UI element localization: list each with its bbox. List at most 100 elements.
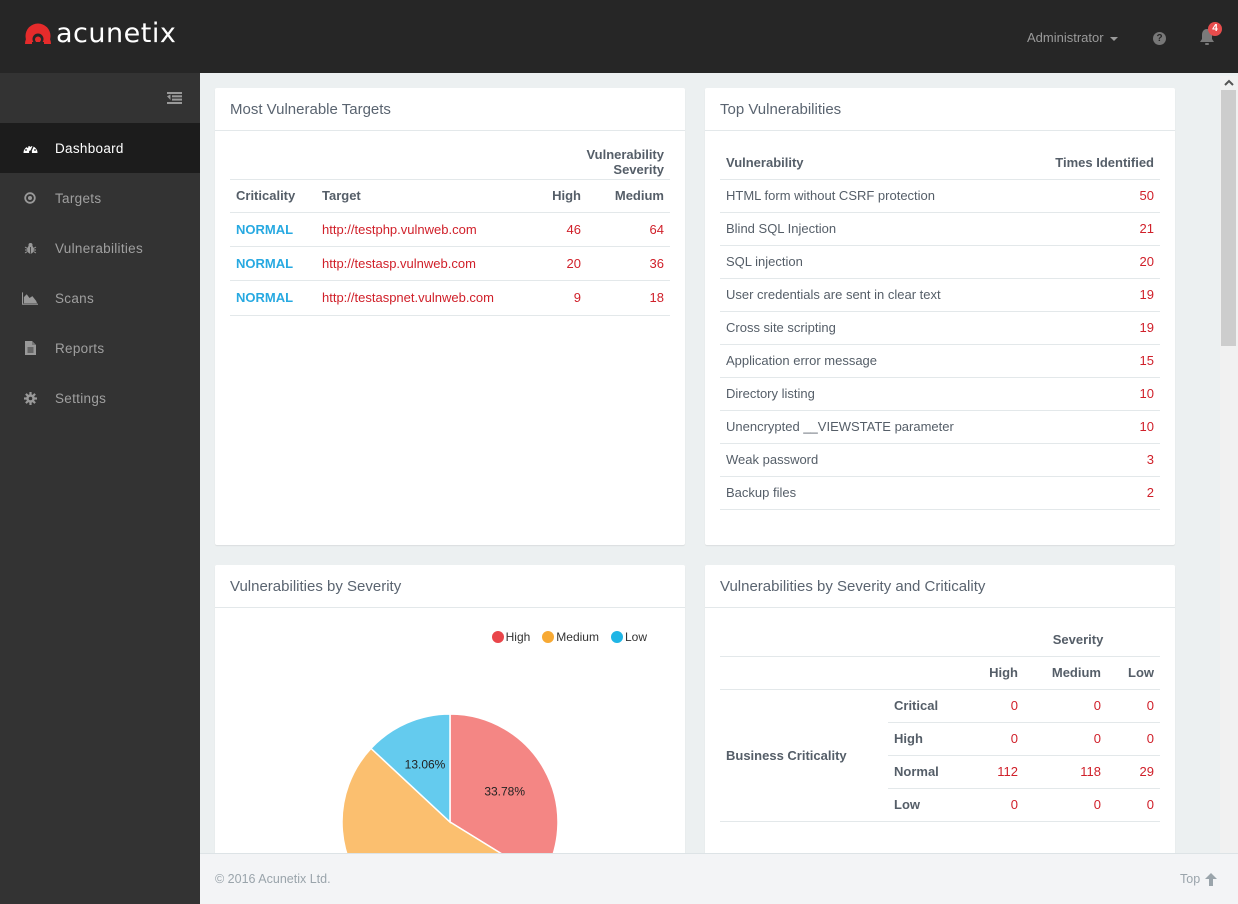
criticality-value: NORMAL xyxy=(230,279,316,315)
sidebar-item-dashboard[interactable]: Dashboard xyxy=(0,123,200,173)
vulnerability-name[interactable]: User credentials are sent in clear text xyxy=(720,277,1022,311)
vulnerability-name[interactable]: Backup files xyxy=(720,475,1022,509)
sidebar-item-scans[interactable]: Scans xyxy=(0,273,200,323)
table-row: Weak password 3 xyxy=(720,442,1160,476)
top-label: Top xyxy=(1180,872,1201,886)
row-label: High xyxy=(888,721,962,755)
table-row: Blind SQL Injection 21 xyxy=(720,211,1160,245)
panel-title: Vulnerabilities by Severity and Critical… xyxy=(705,565,1175,608)
high-count: 0 xyxy=(962,721,1024,755)
low-count: 0 xyxy=(1107,721,1160,755)
times-identified-count: 10 xyxy=(1021,376,1160,410)
business-criticality-label: Business Criticality xyxy=(720,688,888,822)
severity-criticality-table: Severity High Medium Low Business Critic… xyxy=(720,623,1160,822)
criticality-value: NORMAL xyxy=(230,211,316,246)
table-row: NORMAL http://testaspnet.vulnweb.com 9 1… xyxy=(230,279,670,315)
vulnerability-name[interactable]: Unencrypted __VIEWSTATE parameter xyxy=(720,409,1022,443)
sidebar-nav: Dashboard Targets Vulnerabilities Scans … xyxy=(0,123,200,423)
row-label: Critical xyxy=(888,688,962,722)
sidebar-toggle-icon[interactable] xyxy=(167,92,182,104)
sidebar-item-label: Vulnerabilities xyxy=(55,240,144,256)
medium-count: 0 xyxy=(1024,688,1107,722)
times-identified-count: 15 xyxy=(1021,343,1160,377)
times-identified-count: 21 xyxy=(1021,211,1160,245)
sidebar-item-label: Settings xyxy=(55,390,107,406)
table-row: NORMAL http://testasp.vulnweb.com 20 36 xyxy=(230,245,670,280)
table-row: User credentials are sent in clear text 1… xyxy=(720,277,1160,311)
target-icon xyxy=(22,190,38,206)
help-icon[interactable]: ? xyxy=(1153,32,1166,45)
area-chart-icon xyxy=(22,290,38,306)
column-header-high: High xyxy=(527,178,587,212)
page-scrollbar[interactable] xyxy=(1220,76,1238,853)
vulnerability-severity-header: Vulnerability Severity xyxy=(586,147,664,178)
back-to-top-link[interactable]: Top xyxy=(1180,872,1218,886)
vulnerability-name[interactable]: Cross site scripting xyxy=(720,310,1022,344)
severity-group-header: Severity xyxy=(1052,631,1104,647)
column-header-high: High xyxy=(962,655,1024,689)
acunetix-logo[interactable]: acunetix xyxy=(24,20,176,48)
panel-title: Most Vulnerable Targets xyxy=(215,88,685,131)
user-menu-label: Administrator xyxy=(1027,30,1104,45)
vulnerability-name[interactable]: SQL injection xyxy=(720,244,1022,278)
sidebar-item-label: Scans xyxy=(55,290,95,306)
medium-count: 0 xyxy=(1024,721,1107,755)
scroll-up-arrow-icon[interactable] xyxy=(1220,76,1238,90)
times-identified-count: 2 xyxy=(1021,475,1160,509)
target-link[interactable]: http://testaspnet.vulnweb.com xyxy=(316,279,527,315)
vulnerability-name[interactable]: Weak password xyxy=(720,442,1022,476)
table-row: Cross site scripting 19 xyxy=(720,310,1160,344)
column-header-criticality: Criticality xyxy=(230,178,316,212)
table-row: HTML form without CSRF protection 50 xyxy=(720,178,1160,212)
logo-mark-icon xyxy=(24,23,52,46)
caret-down-icon xyxy=(1109,36,1118,41)
sidebar-item-vulnerabilities[interactable]: Vulnerabilities xyxy=(0,223,200,273)
row-label: Low xyxy=(888,787,962,821)
low-count: 0 xyxy=(1107,688,1160,722)
table-row: Directory listing 10 xyxy=(720,376,1160,410)
panel-title: Top Vulnerabilities xyxy=(705,88,1175,131)
scrollbar-thumb[interactable] xyxy=(1221,90,1236,346)
panel-title: Vulnerabilities by Severity xyxy=(215,565,685,608)
sidebar-item-settings[interactable]: Settings xyxy=(0,373,200,423)
high-count: 20 xyxy=(527,245,587,280)
criticality-value: NORMAL xyxy=(230,245,316,280)
table-spacer xyxy=(720,623,962,656)
times-identified-count: 19 xyxy=(1021,310,1160,344)
high-count: 0 xyxy=(962,688,1024,722)
vulnerability-name[interactable]: Directory listing xyxy=(720,376,1022,410)
severity-pie-chart: 33.78%53.15%13.06% xyxy=(341,713,559,865)
times-identified-count: 19 xyxy=(1021,277,1160,311)
notification-badge: 4 xyxy=(1208,22,1222,36)
user-menu[interactable]: Administrator xyxy=(1027,30,1118,45)
sidebar-item-reports[interactable]: Reports xyxy=(0,323,200,373)
pie-slice-label: 33.78% xyxy=(484,784,525,798)
footer: © 2016 Acunetix Ltd. Top xyxy=(200,853,1238,904)
medium-count: 0 xyxy=(1024,787,1107,821)
high-count: 46 xyxy=(527,211,587,246)
sidebar-item-targets[interactable]: Targets xyxy=(0,173,200,223)
top-vulnerabilities-panel: Top Vulnerabilities Vulnerability Times … xyxy=(705,88,1175,545)
gear-icon xyxy=(22,390,38,406)
times-identified-count: 20 xyxy=(1021,244,1160,278)
target-link[interactable]: http://testasp.vulnweb.com xyxy=(316,245,527,280)
table-row: Unencrypted __VIEWSTATE parameter 10 xyxy=(720,409,1160,443)
row-label: Normal xyxy=(888,754,962,788)
column-header-times-identified: Times Identified xyxy=(1055,154,1154,170)
target-link[interactable]: http://testphp.vulnweb.com xyxy=(316,211,527,246)
column-header-medium: Medium xyxy=(1024,655,1107,689)
top-bar: acunetix Administrator ? 4 xyxy=(0,0,1238,73)
vulnerability-name[interactable]: Blind SQL Injection xyxy=(720,211,1022,245)
vulnerability-name[interactable]: HTML form without CSRF protection xyxy=(720,178,1022,212)
most-vulnerable-targets-panel: Most Vulnerable Targets Vulnerability Se… xyxy=(215,88,685,545)
medium-count: 18 xyxy=(587,279,670,315)
high-count: 112 xyxy=(962,754,1024,788)
times-identified-count: 3 xyxy=(1021,442,1160,476)
table-spacer xyxy=(888,655,962,689)
times-identified-count: 10 xyxy=(1021,409,1160,443)
column-header-low: Low xyxy=(1107,655,1160,689)
high-count: 9 xyxy=(527,279,587,315)
sidebar-item-label: Reports xyxy=(55,340,105,356)
medium-count: 118 xyxy=(1024,754,1107,788)
vulnerability-name[interactable]: Application error message xyxy=(720,343,1022,377)
